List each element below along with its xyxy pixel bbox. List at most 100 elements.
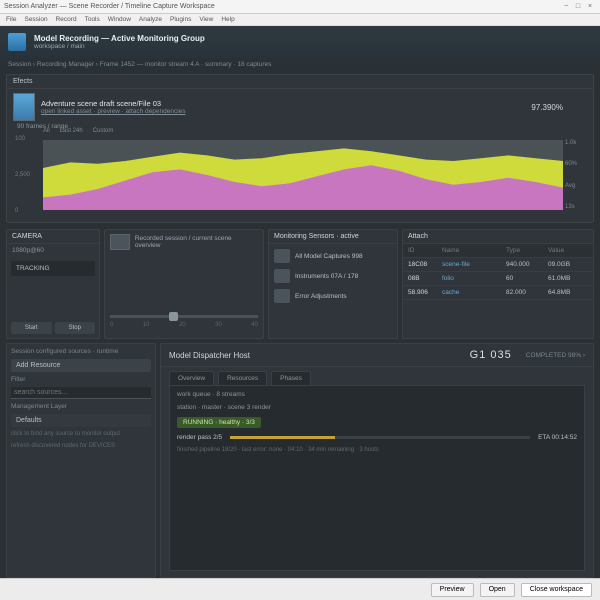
scrub-tick: 10 bbox=[143, 322, 150, 328]
chart-tab-custom[interactable]: Custom bbox=[93, 128, 114, 134]
camera-tracking-tag: TRACKING bbox=[11, 261, 95, 276]
footer-open-button[interactable]: Open bbox=[480, 583, 515, 597]
chart-tab-all[interactable]: All bbox=[43, 128, 50, 134]
defaults-toggle[interactable]: Defaults bbox=[11, 414, 151, 427]
effects-metric: 97.390% bbox=[531, 103, 563, 112]
preview-panel: Recorded session / current scene overvie… bbox=[104, 229, 264, 339]
panel-footnote: finished pipeline 18/20 · last error: no… bbox=[177, 447, 577, 453]
panel-line: work queue · 8 streams bbox=[177, 391, 577, 398]
window-titlebar: Session Analyzer — Scene Recorder / Time… bbox=[0, 0, 600, 14]
tab-phases[interactable]: Phases bbox=[271, 371, 311, 385]
y2-tick: 1.0k bbox=[565, 140, 587, 146]
effects-item-link[interactable]: open linked asset · preview · attach dep… bbox=[41, 108, 186, 115]
sensor-icon bbox=[274, 269, 290, 283]
window-close-button[interactable]: × bbox=[584, 3, 596, 10]
chart-plot-area[interactable] bbox=[43, 140, 563, 210]
hint-text: click to bind any source to monitor outp… bbox=[11, 431, 151, 439]
y2-tick: 60% bbox=[565, 161, 587, 167]
camera-panel: CAMERA 1080p@60 TRACKING Start Stop bbox=[6, 229, 100, 339]
header-title: Model Recording — Active Monitoring Grou… bbox=[34, 34, 205, 43]
footer-bar: Preview Open Close workspace bbox=[0, 578, 600, 600]
progress-label-right: ETA 00:14:52 bbox=[538, 434, 577, 441]
chart-tab-24h[interactable]: Last 24h bbox=[60, 128, 83, 134]
scrub-tick: 20 bbox=[179, 322, 186, 328]
attach-panel: Attach ID Name Type Value 18C08 scene-fi… bbox=[402, 229, 594, 339]
menu-bar: File Session Record Tools Window Analyze… bbox=[0, 14, 600, 26]
preview-thumbnail[interactable] bbox=[110, 234, 130, 250]
menu-file[interactable]: File bbox=[6, 16, 16, 23]
sensor-label: Error Adjustments bbox=[295, 293, 347, 300]
y-tick: 2,500 bbox=[15, 172, 43, 178]
app-header: Model Recording — Active Monitoring Grou… bbox=[0, 26, 600, 58]
dispatcher-title: Model Dispatcher Host bbox=[169, 351, 470, 360]
progress-label-left: render pass 2/5 bbox=[177, 434, 222, 441]
effects-thumbnail[interactable] bbox=[13, 93, 35, 121]
sensor-label: All Model Captures 998 bbox=[295, 253, 363, 260]
footer-close-button[interactable]: Close workspace bbox=[521, 583, 592, 597]
camera-header: CAMERA bbox=[7, 230, 99, 244]
menu-window[interactable]: Window bbox=[108, 16, 131, 23]
menu-analyze[interactable]: Analyze bbox=[139, 16, 162, 23]
menu-plugins[interactable]: Plugins bbox=[170, 16, 191, 23]
window-maximize-button[interactable]: □ bbox=[572, 3, 584, 10]
menu-session[interactable]: Session bbox=[24, 16, 47, 23]
dispatcher-status[interactable]: COMPLETED 98% › bbox=[526, 352, 585, 359]
dispatcher-id: G1 035 bbox=[470, 349, 512, 361]
effects-item-title: Adventure scene draft scene/File 03 bbox=[41, 99, 186, 108]
table-row[interactable]: 58.906 cache 82.000 64.8MB bbox=[403, 286, 593, 300]
menu-tools[interactable]: Tools bbox=[85, 16, 100, 23]
attach-header: Attach bbox=[403, 230, 593, 244]
col-type: Type bbox=[506, 247, 548, 254]
progress-bar bbox=[230, 436, 530, 439]
table-row[interactable]: 18C08 scene-file 940.000 09.0GB bbox=[403, 258, 593, 272]
sensor-label: Instruments 07A / 178 bbox=[295, 273, 358, 280]
sensors-panel: Monitoring Sensors · active All Model Ca… bbox=[268, 229, 398, 339]
breadcrumb: Session › Recording Manager › Frame 1452… bbox=[0, 58, 600, 70]
add-resource-button[interactable]: Add Resource bbox=[11, 359, 151, 372]
tab-resources[interactable]: Resources bbox=[218, 371, 267, 385]
window-title: Session Analyzer — Scene Recorder / Time… bbox=[4, 3, 560, 10]
source-filter-input[interactable] bbox=[11, 387, 151, 399]
menu-record[interactable]: Record bbox=[56, 16, 77, 23]
sensor-row[interactable]: All Model Captures 998 bbox=[269, 246, 397, 266]
y2-tick: Avg bbox=[565, 183, 587, 189]
y-tick: 100 bbox=[15, 136, 43, 142]
scrub-tick: 40 bbox=[251, 322, 258, 328]
y-tick: 0 bbox=[15, 208, 43, 214]
scrubber-handle[interactable] bbox=[169, 312, 178, 321]
preview-label: Recorded session / current scene overvie… bbox=[135, 235, 258, 249]
mgmt-label: Management Layer bbox=[11, 403, 151, 410]
effects-card-header: Efects bbox=[7, 75, 593, 89]
sources-section-label: Session configured sources · runtime bbox=[11, 348, 151, 355]
app-icon bbox=[8, 33, 26, 51]
timeline-scrubber[interactable]: 0 10 20 30 40 bbox=[105, 304, 263, 338]
menu-help[interactable]: Help bbox=[221, 16, 234, 23]
hint-text: refresh discovered nodes for DEVICES bbox=[11, 443, 151, 451]
filter-label: Filter bbox=[11, 376, 151, 383]
effects-card: Efects Adventure scene draft scene/File … bbox=[6, 74, 594, 223]
dispatcher-panel: Model Dispatcher Host G1 035 COMPLETED 9… bbox=[160, 343, 594, 578]
sources-sidebar: Session configured sources · runtime Add… bbox=[6, 343, 156, 578]
tab-overview[interactable]: Overview bbox=[169, 371, 214, 385]
col-value: Value bbox=[548, 247, 588, 254]
timeline-chart: All Last 24h Custom 100 2,500 0 1.0k bbox=[13, 134, 587, 216]
sensor-row[interactable]: Error Adjustments bbox=[269, 286, 397, 306]
sensor-icon bbox=[274, 289, 290, 303]
window-minimize-button[interactable]: − bbox=[560, 3, 572, 10]
sensor-row[interactable]: Instruments 07A / 178 bbox=[269, 266, 397, 286]
status-badge: RUNNING · healthy · 3/3 bbox=[177, 417, 261, 428]
header-subtitle: workspace / main bbox=[34, 43, 205, 50]
panel-line: station · master · scene 3 render bbox=[177, 404, 577, 411]
menu-view[interactable]: View bbox=[199, 16, 213, 23]
col-name: Name bbox=[442, 247, 506, 254]
col-id: ID bbox=[408, 247, 442, 254]
camera-start-button[interactable]: Start bbox=[11, 322, 52, 334]
table-row[interactable]: 08B folio 60 61.0MB bbox=[403, 272, 593, 286]
scrub-tick: 0 bbox=[110, 322, 113, 328]
footer-preview-button[interactable]: Preview bbox=[431, 583, 474, 597]
camera-stop-button[interactable]: Stop bbox=[55, 322, 96, 334]
scrub-tick: 30 bbox=[215, 322, 222, 328]
sensors-header: Monitoring Sensors · active bbox=[269, 230, 397, 244]
y2-tick: 13s bbox=[565, 204, 587, 210]
sensor-icon bbox=[274, 249, 290, 263]
